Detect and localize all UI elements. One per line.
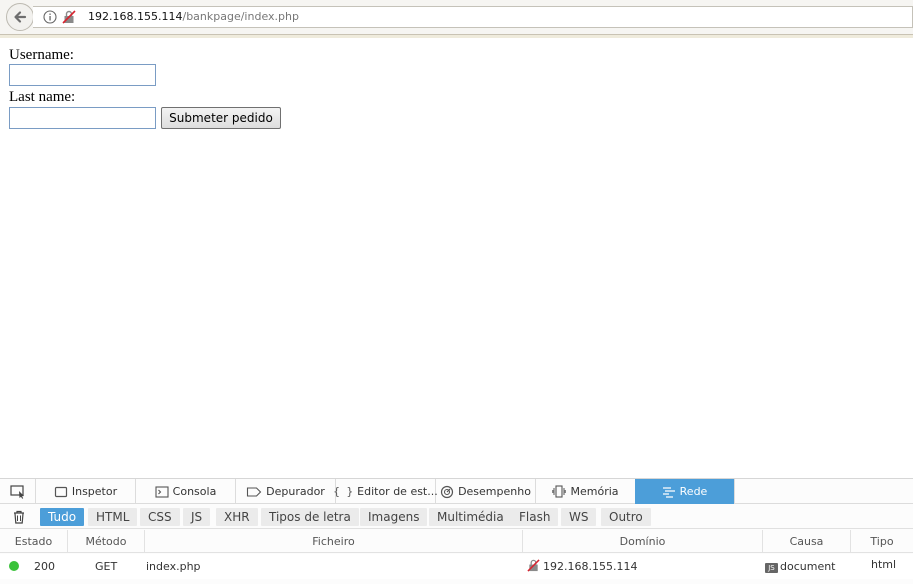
tab-label: Inspetor bbox=[71, 485, 118, 498]
tab-performance[interactable]: Desempenho bbox=[436, 479, 536, 504]
request-row[interactable]: 200 GET index.php 192.168.155.114 JS docu… bbox=[0, 554, 913, 579]
trash-icon[interactable] bbox=[11, 509, 27, 525]
username-label: Username: bbox=[9, 47, 74, 63]
request-cause: document bbox=[780, 560, 836, 573]
filter-media[interactable]: Multimédia bbox=[429, 508, 512, 526]
devtools-panel: Inspetor Consola Depurador { } Editor de… bbox=[0, 478, 913, 584]
column-method[interactable]: Método bbox=[68, 530, 145, 553]
tab-console[interactable]: Consola bbox=[136, 479, 236, 504]
filter-js[interactable]: JS bbox=[183, 508, 211, 526]
tab-label: Editor de est... bbox=[357, 485, 438, 498]
status-ok-icon bbox=[9, 561, 19, 571]
element-picker-icon bbox=[9, 484, 24, 499]
url-bar[interactable]: 192.168.155.114/bankpage/index.php bbox=[33, 6, 913, 28]
cause-js-badge: JS bbox=[765, 563, 778, 573]
tab-label: Depurador bbox=[266, 485, 325, 498]
column-cause[interactable]: Causa bbox=[763, 530, 851, 553]
filter-fonts[interactable]: Tipos de letra bbox=[261, 508, 359, 526]
request-domain: 192.168.155.114 bbox=[543, 560, 638, 573]
tab-inspector[interactable]: Inspetor bbox=[36, 479, 136, 504]
column-type[interactable]: Tipo bbox=[851, 530, 913, 553]
requests-header: Estado Método Ficheiro Domínio Causa Tip… bbox=[0, 530, 913, 553]
tab-debugger[interactable]: Depurador bbox=[236, 479, 336, 504]
filter-css[interactable]: CSS bbox=[140, 508, 180, 526]
tab-label: Memória bbox=[570, 485, 619, 498]
username-input[interactable] bbox=[9, 64, 156, 86]
filter-flash[interactable]: Flash bbox=[511, 508, 559, 526]
element-picker-button[interactable] bbox=[0, 479, 36, 504]
tab-style-editor[interactable]: { } Editor de est... bbox=[333, 479, 438, 504]
debugger-icon bbox=[247, 486, 262, 497]
filter-xhr[interactable]: XHR bbox=[216, 508, 258, 526]
request-file: index.php bbox=[146, 560, 201, 573]
style-editor-icon: { } bbox=[333, 485, 354, 498]
column-domain[interactable]: Domínio bbox=[523, 530, 763, 553]
filter-images[interactable]: Imagens bbox=[360, 508, 428, 526]
column-file[interactable]: Ficheiro bbox=[145, 530, 523, 553]
tab-memory[interactable]: Memória bbox=[536, 479, 636, 504]
filter-other[interactable]: Outro bbox=[601, 508, 651, 526]
filter-ws[interactable]: WS bbox=[561, 508, 597, 526]
filter-all[interactable]: Tudo bbox=[40, 508, 85, 526]
tab-label: Consola bbox=[172, 485, 217, 498]
network-icon bbox=[662, 486, 675, 498]
request-method: GET bbox=[95, 560, 118, 573]
insecure-domain-icon bbox=[527, 559, 540, 572]
lastname-label: Last name: bbox=[9, 89, 76, 105]
browser-nav-bar: 192.168.155.114/bankpage/index.php bbox=[0, 0, 913, 38]
request-status: 200 bbox=[34, 560, 55, 573]
back-button[interactable] bbox=[6, 3, 34, 31]
filter-html[interactable]: HTML bbox=[88, 508, 138, 526]
console-icon bbox=[155, 485, 169, 498]
inspector-icon bbox=[54, 486, 67, 497]
performance-icon bbox=[440, 485, 454, 498]
network-filter-bar: Tudo HTML CSS JS XHR Tipos de letra Imag… bbox=[0, 505, 913, 529]
insecure-connection-icon[interactable] bbox=[62, 10, 76, 24]
column-status[interactable]: Estado bbox=[0, 530, 68, 553]
back-arrow-icon bbox=[14, 11, 27, 23]
tab-label: Desempenho bbox=[458, 485, 531, 498]
submit-button[interactable]: Submeter pedido bbox=[161, 107, 281, 129]
url-path: /bankpage/index.php bbox=[182, 10, 299, 23]
tab-network[interactable]: Rede bbox=[635, 479, 735, 504]
request-domain-cell: 192.168.155.114 bbox=[527, 554, 637, 579]
lastname-input[interactable] bbox=[9, 107, 156, 129]
url-text[interactable]: 192.168.155.114/bankpage/index.php bbox=[88, 10, 299, 24]
devtools-toolbar: Inspetor Consola Depurador { } Editor de… bbox=[0, 479, 913, 504]
memory-icon bbox=[552, 485, 567, 498]
request-type: html bbox=[871, 558, 897, 571]
tab-label: Rede bbox=[679, 485, 708, 498]
request-cause-cell: JS document bbox=[765, 554, 836, 579]
info-icon[interactable] bbox=[43, 10, 57, 24]
url-host: 192.168.155.114 bbox=[88, 10, 183, 23]
